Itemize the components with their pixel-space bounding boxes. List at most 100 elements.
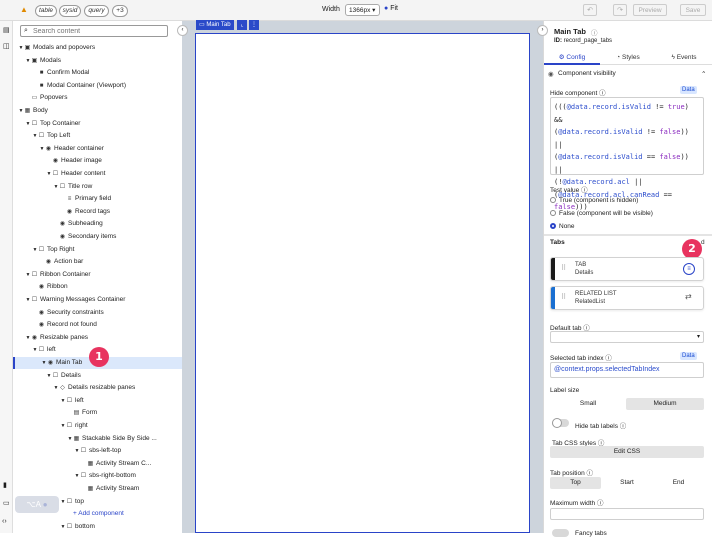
tree-item[interactable]: ▦ Activity Stream [13, 483, 182, 495]
max-width-input[interactable] [550, 508, 704, 520]
more-options-button[interactable]: ⋮ [249, 20, 259, 30]
tree-item[interactable]: ▼☐ sbs-left-top [13, 445, 182, 457]
add-component-link[interactable]: + Add component [73, 510, 124, 517]
drag-handle-icon[interactable]: ⠿ [561, 264, 566, 272]
edit-tab-icon[interactable]: ≡ [683, 263, 695, 275]
filter-pill-query[interactable]: query [84, 5, 109, 17]
tab-config[interactable]: ⚙ Config [544, 52, 600, 65]
info-icon[interactable]: ⓘ [591, 27, 598, 37]
command-button[interactable]: ⌥A ● [15, 496, 59, 513]
drag-handle-icon[interactable]: ⠿ [561, 293, 566, 301]
tree-item[interactable]: ◉ Secondary items [13, 231, 182, 243]
fit-checkbox[interactable]: ● Fit [384, 5, 398, 12]
data-badge[interactable]: Data [680, 86, 697, 94]
tree-item-label: Ribbon Container [40, 270, 91, 278]
code-icon[interactable]: ‹› [2, 518, 7, 525]
tab-item-type: TAB [575, 262, 587, 268]
selected-tab-data-badge[interactable]: Data [680, 352, 697, 360]
tree-item[interactable]: ◉ Record tags [13, 206, 182, 218]
tree-item[interactable]: ▼◉ Header container [13, 143, 182, 155]
tab-position-top[interactable]: Top [550, 477, 601, 489]
reorder-icon[interactable]: ⇄ [685, 292, 692, 301]
label-size-medium[interactable]: Medium [626, 398, 704, 410]
tab-events[interactable]: ϟ Events [656, 52, 712, 65]
panel-title: Main Tab [554, 27, 586, 36]
tree-item[interactable]: ▼☐ Title row [13, 181, 182, 193]
filter-pill-table[interactable]: table [35, 5, 57, 17]
tree-item[interactable]: ▼☐ left [13, 395, 182, 407]
tree-item[interactable]: ▤ Form [13, 407, 182, 419]
selected-component-frame[interactable] [195, 33, 530, 533]
test-value-option[interactable]: None [550, 223, 575, 230]
redo-button[interactable]: ↷ [613, 4, 627, 16]
search-input[interactable] [33, 27, 163, 36]
tree-item[interactable]: ▼☐ Top Container [13, 118, 182, 130]
tree-item[interactable]: ▼◉ Resizable panes [13, 332, 182, 344]
select-parent-button[interactable]: ⌞ [237, 20, 247, 30]
tree-item[interactable]: ◉ Subheading [13, 218, 182, 230]
tree-item[interactable]: ▼☐ Top Left [13, 130, 182, 142]
tree-item[interactable]: ▦ Activity Stream C... [13, 458, 182, 470]
tree-item[interactable]: ▼☐ Top Right [13, 244, 182, 256]
collapse-config-button[interactable]: › [537, 25, 548, 36]
warning-icon[interactable]: ▲ [20, 5, 28, 14]
test-value-option[interactable]: True (component is hidden) [550, 197, 638, 204]
tree-item[interactable]: ▼☐ sbs-right-bottom [13, 470, 182, 482]
tab-position-end[interactable]: End [653, 477, 704, 489]
add-tab-link[interactable]: d [701, 239, 705, 246]
test-value-option[interactable]: False (component will be visible) [550, 210, 653, 217]
search-field[interactable]: ⌕ [20, 25, 168, 37]
preview-button[interactable]: Preview [633, 4, 667, 16]
hide-component-expression[interactable]: (((@data.record.isValid != true) && (@dat… [550, 97, 704, 211]
selected-tab-input[interactable]: @context.props.selectedTabIndex [550, 362, 704, 378]
tree-item[interactable]: ▼☐ Warning Messages Container [13, 294, 182, 306]
save-button[interactable]: Save [680, 4, 706, 16]
fancy-tabs-toggle[interactable] [552, 529, 569, 537]
tree-item[interactable]: ▼ ◇ Details resizable panes [13, 382, 182, 394]
tree-item[interactable]: ▼☐ Header content [13, 168, 182, 180]
width-select[interactable]: 1366px ▾ [345, 4, 380, 16]
radio-button[interactable] [550, 197, 556, 204]
tree-item[interactable]: ◉ Ribbon [13, 281, 182, 293]
pages-icon[interactable]: ▤ [3, 26, 10, 34]
tree-item[interactable]: ▼☐ Ribbon Container [13, 269, 182, 281]
tree-item[interactable]: ≡ Primary field [13, 193, 182, 205]
layers-icon[interactable]: ◫ [3, 42, 10, 50]
edit-css-button[interactable]: Edit CSS [550, 446, 704, 458]
data-icon[interactable]: ▮ [3, 481, 7, 489]
tree-item[interactable]: ■ Confirm Modal [13, 67, 182, 79]
tree-item[interactable]: ▼☐ Details [13, 370, 182, 382]
radio-button[interactable] [550, 210, 556, 217]
tree-item[interactable]: ▭ Popovers [13, 92, 182, 104]
tree-item[interactable]: ▼▣ Modals [13, 55, 182, 67]
tree-item[interactable]: ▼▣ Modals and popovers [13, 42, 182, 54]
max-width-text: Maximum width [550, 500, 596, 507]
tree-item[interactable]: ▼☐ bottom [13, 521, 182, 533]
tab-item-card[interactable]: ⠿ RELATED LIST RelatedList ⇄ [550, 286, 704, 310]
component-type-icon: ◉ [45, 259, 52, 266]
selection-chip[interactable]: ▭ Main Tab [196, 20, 234, 30]
tree-item[interactable]: ▼☐ right [13, 420, 182, 432]
tree-item[interactable]: ▼▦ Body [13, 105, 182, 117]
tree-item[interactable]: ◉ Security constraints [13, 307, 182, 319]
radio-button[interactable] [550, 223, 556, 230]
label-size-small[interactable]: Small [550, 398, 626, 410]
tree-item[interactable]: ■ Modal Container (Viewport) [13, 80, 182, 92]
tab-position-start[interactable]: Start [601, 477, 653, 489]
tree-item[interactable]: ◉ Record not found [13, 319, 182, 331]
default-tab-select[interactable]: ▾ [550, 331, 704, 343]
keyboard-icon[interactable]: ▭ [3, 499, 10, 507]
collapse-panel-button[interactable]: ‹ [177, 25, 188, 36]
selected-tab-label: Selected tab index ⓘ [550, 355, 612, 362]
undo-button[interactable]: ↶ [583, 4, 597, 16]
tab-styles[interactable]: ◔ Styles [600, 52, 656, 65]
tree-item[interactable]: ▼▦ Stackable Side By Side ... [13, 433, 182, 445]
filter-pill-sysid[interactable]: sysid [59, 5, 81, 17]
collapse-chevron-icon[interactable]: ⌃ [701, 70, 706, 78]
hide-tab-labels-toggle[interactable] [552, 418, 569, 428]
tab-item-card[interactable]: ⠿ TAB Details ≡ [550, 257, 704, 281]
filter-pill-more[interactable]: +3 [112, 5, 128, 17]
tree-item[interactable]: ◉ Header image [13, 155, 182, 167]
visibility-header[interactable]: ◉ Component visibility ⌃ [544, 69, 712, 80]
tree-item[interactable]: ◉ Action bar [13, 256, 182, 268]
